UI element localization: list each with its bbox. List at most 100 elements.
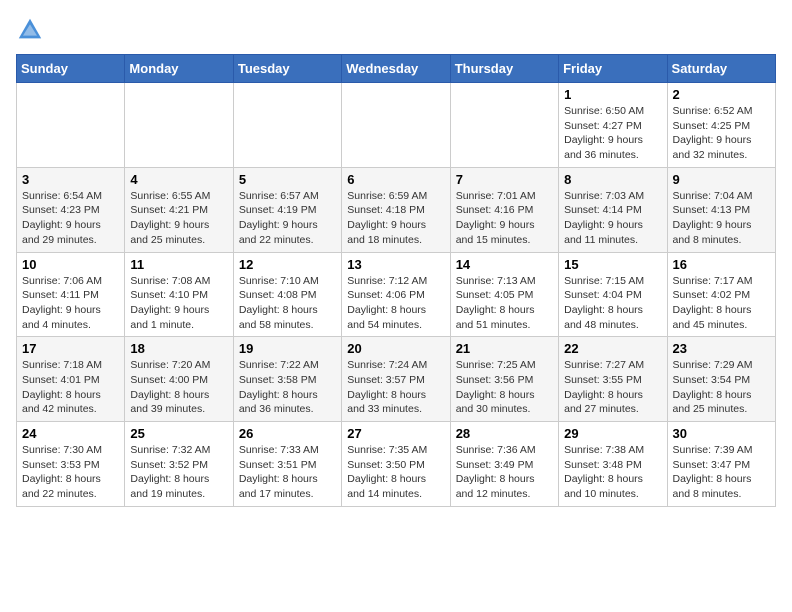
day-info: Sunrise: 7:13 AMSunset: 4:05 PMDaylight:… — [456, 274, 553, 333]
calendar-cell: 6 Sunrise: 6:59 AMSunset: 4:18 PMDaylight… — [342, 167, 450, 252]
weekday-header: Wednesday — [342, 55, 450, 83]
weekday-header: Friday — [559, 55, 667, 83]
day-info: Sunrise: 7:15 AMSunset: 4:04 PMDaylight:… — [564, 274, 661, 333]
calendar-cell: 7 Sunrise: 7:01 AMSunset: 4:16 PMDaylight… — [450, 167, 558, 252]
day-info: Sunrise: 7:30 AMSunset: 3:53 PMDaylight:… — [22, 443, 119, 502]
weekday-header: Saturday — [667, 55, 775, 83]
calendar-cell: 19 Sunrise: 7:22 AMSunset: 3:58 PMDayligh… — [233, 337, 341, 422]
logo-icon — [16, 16, 44, 44]
day-number: 5 — [239, 172, 336, 187]
calendar-cell: 21Sunrise: 7:25 AMSunset: 3:56 PMDayligh… — [450, 337, 558, 422]
day-info: Sunrise: 7:18 AMSunset: 4:01 PMDaylight:… — [22, 358, 119, 417]
day-info: Sunrise: 6:54 AMSunset: 4:23 PMDaylight:… — [22, 189, 119, 248]
day-info: Sunrise: 7:04 AMSunset: 4:13 PMDaylight:… — [673, 189, 770, 248]
day-info: Sunrise: 7:24 AMSunset: 3:57 PMDaylight:… — [347, 358, 444, 417]
day-number: 18 — [130, 341, 227, 356]
day-number: 2 — [673, 87, 770, 102]
calendar-cell: 10 Sunrise: 7:06 AMSunset: 4:11 PMDayligh… — [17, 252, 125, 337]
day-info: Sunrise: 7:17 AMSunset: 4:02 PMDaylight:… — [673, 274, 770, 333]
calendar-cell: 2 Sunrise: 6:52 AMSunset: 4:25 PMDaylight… — [667, 83, 775, 168]
calendar-cell: 11 Sunrise: 7:08 AMSunset: 4:10 PMDayligh… — [125, 252, 233, 337]
calendar-week-row: 24 Sunrise: 7:30 AMSunset: 3:53 PMDayligh… — [17, 422, 776, 507]
weekday-header: Monday — [125, 55, 233, 83]
day-number: 8 — [564, 172, 661, 187]
day-number: 10 — [22, 257, 119, 272]
day-number: 22 — [564, 341, 661, 356]
calendar-cell: 16Sunrise: 7:17 AMSunset: 4:02 PMDayligh… — [667, 252, 775, 337]
day-info: Sunrise: 7:32 AMSunset: 3:52 PMDaylight:… — [130, 443, 227, 502]
calendar-cell: 17 Sunrise: 7:18 AMSunset: 4:01 PMDayligh… — [17, 337, 125, 422]
calendar-cell — [342, 83, 450, 168]
day-info: Sunrise: 6:57 AMSunset: 4:19 PMDaylight:… — [239, 189, 336, 248]
day-number: 24 — [22, 426, 119, 441]
logo — [16, 16, 48, 44]
day-number: 20 — [347, 341, 444, 356]
calendar-week-row: 1Sunrise: 6:50 AMSunset: 4:27 PMDaylight… — [17, 83, 776, 168]
day-info: Sunrise: 6:59 AMSunset: 4:18 PMDaylight:… — [347, 189, 444, 248]
calendar-cell: 29 Sunrise: 7:38 AMSunset: 3:48 PMDayligh… — [559, 422, 667, 507]
day-number: 21 — [456, 341, 553, 356]
calendar-cell: 22 Sunrise: 7:27 AMSunset: 3:55 PMDayligh… — [559, 337, 667, 422]
calendar-cell: 28 Sunrise: 7:36 AMSunset: 3:49 PMDayligh… — [450, 422, 558, 507]
day-info: Sunrise: 7:27 AMSunset: 3:55 PMDaylight:… — [564, 358, 661, 417]
calendar-cell: 14Sunrise: 7:13 AMSunset: 4:05 PMDayligh… — [450, 252, 558, 337]
calendar-cell: 9Sunrise: 7:04 AMSunset: 4:13 PMDaylight… — [667, 167, 775, 252]
calendar-cell: 26 Sunrise: 7:33 AMSunset: 3:51 PMDayligh… — [233, 422, 341, 507]
day-number: 19 — [239, 341, 336, 356]
day-number: 6 — [347, 172, 444, 187]
calendar-cell: 8 Sunrise: 7:03 AMSunset: 4:14 PMDaylight… — [559, 167, 667, 252]
day-number: 28 — [456, 426, 553, 441]
weekday-header: Tuesday — [233, 55, 341, 83]
day-number: 11 — [130, 257, 227, 272]
day-number: 7 — [456, 172, 553, 187]
day-number: 29 — [564, 426, 661, 441]
day-info: Sunrise: 7:33 AMSunset: 3:51 PMDaylight:… — [239, 443, 336, 502]
day-info: Sunrise: 7:38 AMSunset: 3:48 PMDaylight:… — [564, 443, 661, 502]
calendar-cell: 15 Sunrise: 7:15 AMSunset: 4:04 PMDayligh… — [559, 252, 667, 337]
calendar-cell: 25 Sunrise: 7:32 AMSunset: 3:52 PMDayligh… — [125, 422, 233, 507]
day-info: Sunrise: 7:10 AMSunset: 4:08 PMDaylight:… — [239, 274, 336, 333]
calendar-cell — [125, 83, 233, 168]
calendar-cell — [17, 83, 125, 168]
day-info: Sunrise: 7:29 AMSunset: 3:54 PMDaylight:… — [673, 358, 770, 417]
calendar-table: SundayMondayTuesdayWednesdayThursdayFrid… — [16, 54, 776, 507]
day-number: 23 — [673, 341, 770, 356]
calendar-week-row: 10 Sunrise: 7:06 AMSunset: 4:11 PMDayligh… — [17, 252, 776, 337]
calendar-cell: 30Sunrise: 7:39 AMSunset: 3:47 PMDayligh… — [667, 422, 775, 507]
calendar-cell: 13 Sunrise: 7:12 AMSunset: 4:06 PMDayligh… — [342, 252, 450, 337]
day-number: 30 — [673, 426, 770, 441]
day-info: Sunrise: 7:06 AMSunset: 4:11 PMDaylight:… — [22, 274, 119, 333]
day-info: Sunrise: 7:03 AMSunset: 4:14 PMDaylight:… — [564, 189, 661, 248]
calendar-cell: 24 Sunrise: 7:30 AMSunset: 3:53 PMDayligh… — [17, 422, 125, 507]
calendar-week-row: 17 Sunrise: 7:18 AMSunset: 4:01 PMDayligh… — [17, 337, 776, 422]
day-info: Sunrise: 7:36 AMSunset: 3:49 PMDaylight:… — [456, 443, 553, 502]
calendar-cell: 20 Sunrise: 7:24 AMSunset: 3:57 PMDayligh… — [342, 337, 450, 422]
calendar-cell — [233, 83, 341, 168]
day-number: 26 — [239, 426, 336, 441]
weekday-header: Thursday — [450, 55, 558, 83]
calendar-cell: 1Sunrise: 6:50 AMSunset: 4:27 PMDaylight… — [559, 83, 667, 168]
day-number: 15 — [564, 257, 661, 272]
day-number: 12 — [239, 257, 336, 272]
calendar-header-row: SundayMondayTuesdayWednesdayThursdayFrid… — [17, 55, 776, 83]
day-info: Sunrise: 6:55 AMSunset: 4:21 PMDaylight:… — [130, 189, 227, 248]
day-info: Sunrise: 7:01 AMSunset: 4:16 PMDaylight:… — [456, 189, 553, 248]
day-info: Sunrise: 7:20 AMSunset: 4:00 PMDaylight:… — [130, 358, 227, 417]
day-info: Sunrise: 7:08 AMSunset: 4:10 PMDaylight:… — [130, 274, 227, 333]
page-header — [16, 16, 776, 44]
calendar-cell: 27 Sunrise: 7:35 AMSunset: 3:50 PMDayligh… — [342, 422, 450, 507]
day-number: 4 — [130, 172, 227, 187]
day-number: 3 — [22, 172, 119, 187]
day-number: 25 — [130, 426, 227, 441]
day-info: Sunrise: 7:12 AMSunset: 4:06 PMDaylight:… — [347, 274, 444, 333]
day-number: 27 — [347, 426, 444, 441]
day-number: 13 — [347, 257, 444, 272]
calendar-cell: 5 Sunrise: 6:57 AMSunset: 4:19 PMDaylight… — [233, 167, 341, 252]
day-info: Sunrise: 6:52 AMSunset: 4:25 PMDaylight:… — [673, 104, 770, 163]
calendar-cell: 18 Sunrise: 7:20 AMSunset: 4:00 PMDayligh… — [125, 337, 233, 422]
day-info: Sunrise: 7:35 AMSunset: 3:50 PMDaylight:… — [347, 443, 444, 502]
day-number: 17 — [22, 341, 119, 356]
day-info: Sunrise: 7:22 AMSunset: 3:58 PMDaylight:… — [239, 358, 336, 417]
calendar-cell: 3 Sunrise: 6:54 AMSunset: 4:23 PMDaylight… — [17, 167, 125, 252]
calendar-cell: 4 Sunrise: 6:55 AMSunset: 4:21 PMDaylight… — [125, 167, 233, 252]
